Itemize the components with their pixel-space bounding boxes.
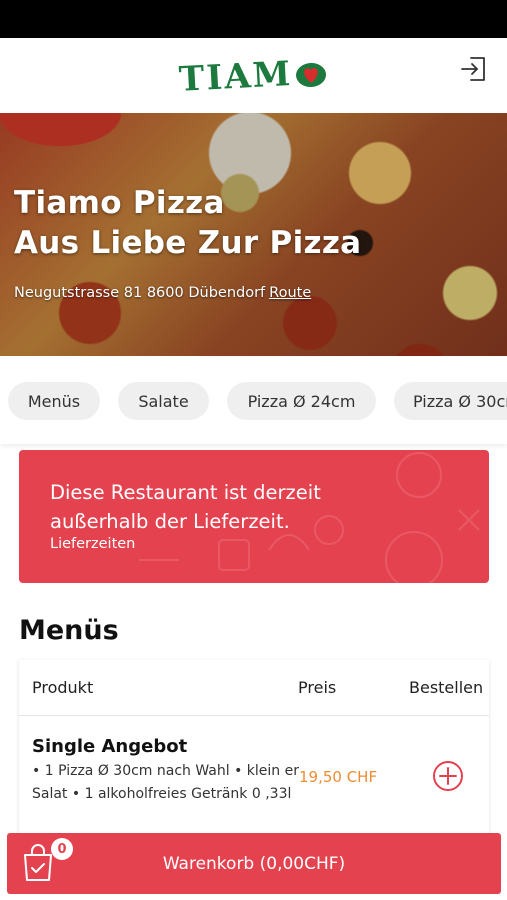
- closed-notice-line-1: Diese Restaurant ist derzeit: [50, 481, 321, 504]
- tab-pizza-30cm[interactable]: Pizza Ø 30cm: [394, 382, 507, 420]
- restaurant-address: Neugutstrasse 81 8600 Dübendorf Route: [14, 285, 311, 301]
- app-header: TIAM O: [0, 38, 507, 113]
- tab-salate[interactable]: Salate: [118, 382, 209, 420]
- address-text: Neugutstrasse 81 8600 Dübendorf: [14, 285, 266, 301]
- closed-notice-title: Diese Restaurant ist derzeit außerhalb d…: [50, 478, 321, 536]
- delivery-times-link[interactable]: Lieferzeiten: [50, 536, 135, 552]
- tab-menus[interactable]: Menüs: [8, 382, 100, 420]
- section-title-menus: Menüs: [19, 615, 119, 646]
- shopping-bag-icon: [24, 844, 52, 881]
- column-header-order: Bestellen: [409, 678, 484, 697]
- tab-pizza-24cm[interactable]: Pizza Ø 24cm: [227, 382, 376, 420]
- logo-heart-icon: O: [293, 57, 329, 89]
- product-price: 19,50 CHF: [299, 768, 378, 786]
- login-icon[interactable]: [459, 54, 489, 84]
- hero-title-line-2: Aus Liebe Zur Pizza: [14, 225, 362, 261]
- product-name: Single Angebot: [32, 736, 188, 757]
- table-divider: [19, 715, 489, 716]
- category-tabs: Menüs Salate Pizza Ø 24cm Pizza Ø 30cm: [0, 356, 507, 444]
- hero-title-line-1: Tiamo Pizza: [14, 185, 225, 221]
- tiamo-logo[interactable]: TIAM O: [177, 52, 329, 100]
- menu-table: Produkt Preis Bestellen Single Angebot •…: [19, 660, 489, 860]
- cart-label: Warenkorb (0,00CHF): [162, 853, 346, 874]
- cart-count-badge: 0: [51, 838, 73, 860]
- status-bar: [0, 0, 507, 38]
- column-header-product: Produkt: [32, 678, 94, 697]
- closed-notice-line-2: außerhalb der Lieferzeit.: [50, 510, 290, 533]
- column-header-price: Preis: [298, 678, 337, 697]
- product-description: • 1 Pizza Ø 30cm nach Wahl • klein er Sa…: [32, 763, 299, 802]
- plus-circle-icon[interactable]: [432, 760, 464, 792]
- hero-banner: Tiamo Pizza Aus Liebe Zur Pizza Neugutst…: [0, 113, 507, 356]
- logo-text: TIAM: [177, 53, 294, 100]
- closed-notice: Diese Restaurant ist derzeit außerhalb d…: [19, 450, 489, 583]
- route-link[interactable]: Route: [269, 285, 311, 301]
- cart-button[interactable]: Warenkorb (0,00CHF) 0: [7, 833, 501, 894]
- hero-title: Tiamo Pizza Aus Liebe Zur Pizza: [14, 183, 361, 263]
